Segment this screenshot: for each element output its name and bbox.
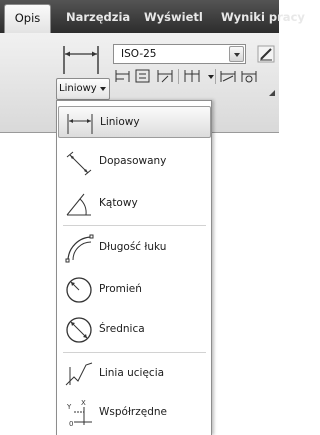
menu-item-label: Średnica [99, 323, 145, 335]
tab-opis[interactable]: Opis [4, 4, 51, 33]
baseline-dimension-icon[interactable] [114, 68, 132, 84]
svg-text:Y: Y [66, 403, 72, 411]
tab-narzedzia[interactable]: Narzędzia [66, 4, 130, 33]
menu-separator [63, 352, 206, 353]
svg-text:X: X [81, 399, 86, 407]
dimension-style-combo[interactable]: ISO-25 [113, 44, 246, 64]
ordinate-icon: Y X 0 [64, 398, 94, 428]
tab-wyswietl[interactable]: Wyświetl [144, 4, 203, 33]
tab-wyniki-pracy[interactable]: Wyniki pracy [221, 4, 305, 33]
diameter-icon [64, 315, 94, 345]
chevron-down-icon[interactable] [202, 68, 214, 84]
aligned-dimension-icon [64, 147, 94, 177]
menu-item-label: Linia ucięcia [99, 367, 165, 379]
chevron-down-icon [100, 87, 106, 91]
menu-item-promien[interactable]: Promień [58, 274, 211, 306]
ribbon-tab-bar: Opis Narzędzia Wyświetl Wyniki pracy [0, 0, 305, 33]
menu-item-wspolrzedne[interactable]: Y X 0 Współrzędne [58, 397, 211, 429]
dimension-inspect-icon[interactable] [219, 68, 237, 84]
dimension-type-dropdown-button[interactable]: Liniowy [56, 78, 110, 100]
angular-dimension-icon [64, 189, 94, 219]
menu-item-dopasowany[interactable]: Dopasowany [58, 146, 211, 178]
dimension-reassociate-icon[interactable] [240, 68, 258, 84]
menu-item-label: Dopasowany [99, 155, 167, 167]
dimension-style-edit-icon[interactable] [257, 45, 275, 63]
dimension-break-icon[interactable] [156, 68, 174, 84]
menu-item-label: Współrzędne [99, 406, 167, 418]
toolbar-separator [178, 69, 179, 84]
linear-dimension-icon [65, 108, 95, 138]
chevron-down-icon[interactable] [229, 46, 244, 62]
continue-dimension-icon[interactable] [183, 68, 201, 84]
arc-length-icon [64, 233, 94, 263]
menu-item-label: Długość łuku [99, 241, 167, 253]
menu-item-katowy[interactable]: Kątowy [58, 188, 211, 220]
dimension-style-value: ISO-25 [121, 48, 157, 60]
dimension-type-menu: Liniowy Dopasowany Kątowy Długość łuku P… [56, 100, 212, 435]
toolbar-separator [215, 69, 216, 84]
menu-item-label: Kątowy [99, 197, 138, 209]
radius-icon [64, 275, 94, 305]
panel-expand-icon[interactable] [255, 88, 279, 98]
linear-dimension-icon[interactable] [60, 40, 102, 78]
menu-item-dlugosc-luku[interactable]: Długość łuku [58, 232, 211, 264]
svg-text:0: 0 [69, 420, 73, 428]
menu-item-linia-uciecia[interactable]: Linia ucięcia [58, 358, 211, 390]
dimension-space-icon[interactable] [134, 68, 152, 84]
jogged-line-icon [64, 359, 94, 389]
dimension-type-label: Liniowy [59, 83, 97, 94]
menu-item-label: Promień [99, 283, 142, 295]
menu-item-srednica[interactable]: Średnica [58, 314, 211, 346]
menu-item-liniowy[interactable]: Liniowy [58, 106, 211, 138]
menu-item-label: Liniowy [100, 116, 140, 128]
menu-separator [63, 225, 206, 226]
